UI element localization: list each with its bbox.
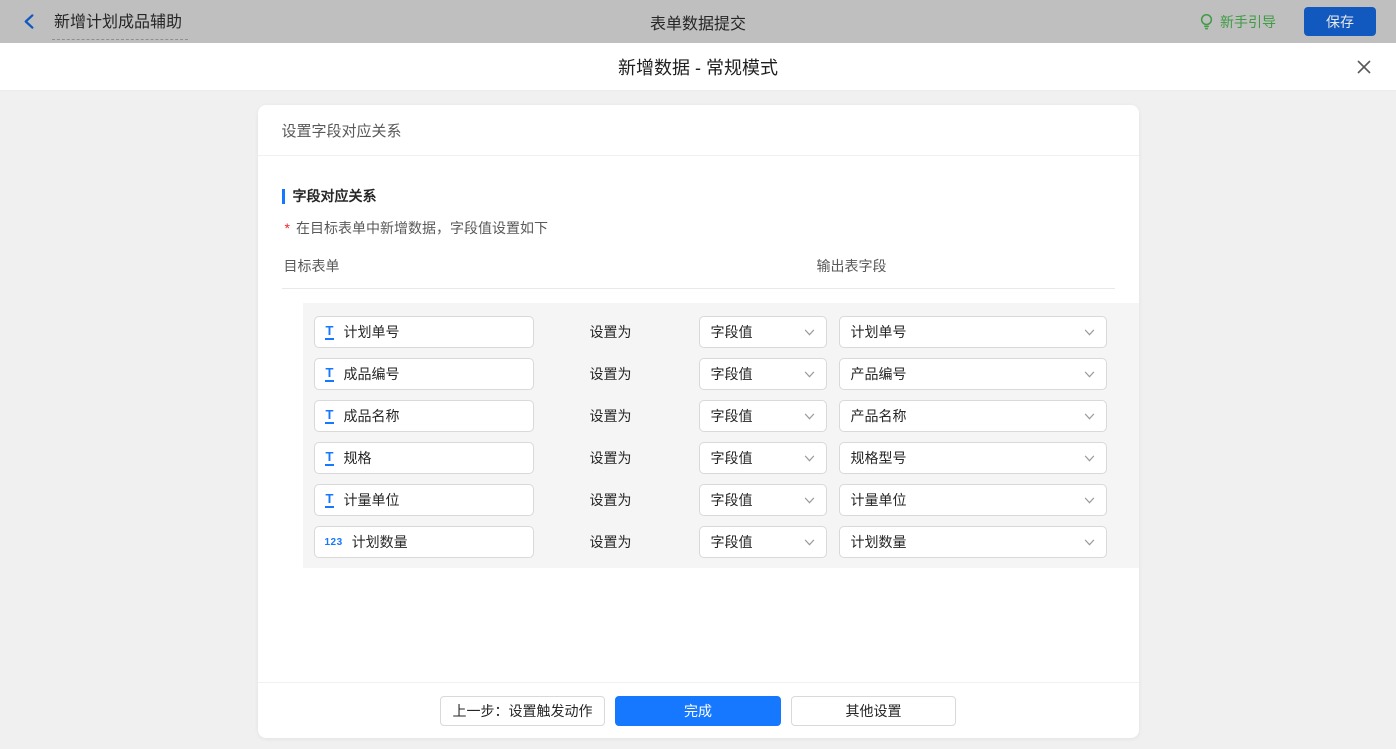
target-field-label: 成品名称 — [343, 406, 399, 426]
value-type-value: 字段值 — [711, 406, 753, 426]
chevron-down-icon — [804, 329, 815, 336]
card-body: 字段对应关系 * 在目标表单中新增数据，字段值设置如下 目标表单 输出表字段 T … — [258, 156, 1139, 682]
set-as-label: 设置为 — [590, 448, 641, 468]
close-icon — [1356, 59, 1372, 75]
source-field-value: 产品名称 — [851, 406, 907, 426]
value-type-select[interactable]: 字段值 — [699, 442, 827, 474]
source-field-select[interactable]: 计量单位 — [839, 484, 1107, 516]
section-marker — [282, 189, 285, 204]
save-button[interactable]: 保存 — [1304, 7, 1376, 36]
source-field-value: 规格型号 — [851, 448, 907, 468]
chevron-down-icon — [804, 455, 815, 462]
card-header: 设置字段对应关系 — [258, 105, 1139, 156]
source-field-select[interactable]: 规格型号 — [839, 442, 1107, 474]
mapping-row: T 成品名称 设置为 字段值 产品名称 — [314, 400, 1139, 432]
chevron-down-icon — [804, 497, 815, 504]
text-field-icon: T — [325, 366, 335, 382]
page-title: 表单数据提交 — [0, 10, 1396, 34]
modal-header: 新增数据 - 常规模式 — [0, 43, 1396, 91]
target-field-input[interactable]: 123 计划数量 — [314, 526, 534, 558]
target-field-input[interactable]: T 计划单号 — [314, 316, 534, 348]
text-field-icon: T — [325, 324, 335, 340]
chevron-down-icon — [1084, 455, 1095, 462]
modal-body: 设置字段对应关系 字段对应关系 * 在目标表单中新增数据，字段值设置如下 目标表单… — [0, 105, 1396, 749]
prev-step-button[interactable]: 上一步：设置触发动作 — [440, 696, 605, 726]
guide-label: 新手引导 — [1220, 12, 1276, 32]
chevron-down-icon — [1084, 539, 1095, 546]
value-type-value: 字段值 — [711, 322, 753, 342]
chevron-down-icon — [804, 413, 815, 420]
text-field-icon: T — [325, 492, 335, 508]
source-field-value: 计划数量 — [851, 532, 907, 552]
value-type-select[interactable]: 字段值 — [699, 484, 827, 516]
hint-text: 在目标表单中新增数据，字段值设置如下 — [296, 220, 548, 236]
mapping-row: T 计量单位 设置为 字段值 计量单位 — [314, 484, 1139, 516]
back-icon[interactable] — [20, 13, 38, 31]
source-field-select[interactable]: 产品编号 — [839, 358, 1107, 390]
settings-card: 设置字段对应关系 字段对应关系 * 在目标表单中新增数据，字段值设置如下 目标表单… — [258, 105, 1139, 738]
value-type-select[interactable]: 字段值 — [699, 400, 827, 432]
mapping-row: T 计划单号 设置为 字段值 计划单号 — [314, 316, 1139, 348]
target-field-label: 计量单位 — [343, 490, 399, 510]
hint-row: * 在目标表单中新增数据，字段值设置如下 — [282, 218, 1115, 238]
target-field-input[interactable]: T 成品编号 — [314, 358, 534, 390]
card-header-title: 设置字段对应关系 — [282, 120, 402, 141]
column-headers: 目标表单 输出表字段 — [282, 256, 1115, 289]
text-field-icon: T — [325, 408, 335, 424]
column-header-output: 输出表字段 — [817, 256, 887, 276]
close-button[interactable] — [1354, 43, 1374, 90]
target-field-label: 计划数量 — [352, 532, 408, 552]
value-type-value: 字段值 — [711, 490, 753, 510]
target-field-input[interactable]: T 成品名称 — [314, 400, 534, 432]
set-as-label: 设置为 — [590, 532, 641, 552]
set-as-label: 设置为 — [590, 322, 641, 342]
chevron-down-icon — [1084, 371, 1095, 378]
text-field-icon: T — [325, 450, 335, 466]
chevron-down-icon — [1084, 413, 1095, 420]
source-field-select[interactable]: 计划单号 — [839, 316, 1107, 348]
source-field-value: 计划单号 — [851, 322, 907, 342]
value-type-value: 字段值 — [711, 532, 753, 552]
lightbulb-icon — [1199, 13, 1214, 30]
value-type-value: 字段值 — [711, 364, 753, 384]
chevron-down-icon — [1084, 329, 1095, 336]
flow-title[interactable]: 新增计划成品辅助 — [52, 4, 188, 40]
mapping-row: 123 计划数量 设置为 字段值 计划数量 — [314, 526, 1139, 558]
source-field-select[interactable]: 计划数量 — [839, 526, 1107, 558]
target-field-input[interactable]: T 计量单位 — [314, 484, 534, 516]
source-field-select[interactable]: 产品名称 — [839, 400, 1107, 432]
number-field-icon: 123 — [325, 537, 343, 548]
target-field-label: 计划单号 — [343, 322, 399, 342]
topbar: 新增计划成品辅助 表单数据提交 新手引导 保存 — [0, 0, 1396, 43]
modal-title: 新增数据 - 常规模式 — [618, 54, 778, 80]
section-title: 字段对应关系 — [293, 186, 377, 206]
value-type-select[interactable]: 字段值 — [699, 316, 827, 348]
chevron-down-icon — [804, 371, 815, 378]
source-field-value: 产品编号 — [851, 364, 907, 384]
chevron-down-icon — [804, 539, 815, 546]
set-as-label: 设置为 — [590, 490, 641, 510]
target-field-label: 规格 — [343, 448, 371, 468]
done-button[interactable]: 完成 — [615, 696, 781, 726]
target-field-label: 成品编号 — [343, 364, 399, 384]
other-settings-button[interactable]: 其他设置 — [791, 696, 956, 726]
source-field-value: 计量单位 — [851, 490, 907, 510]
value-type-select[interactable]: 字段值 — [699, 358, 827, 390]
guide-link[interactable]: 新手引导 — [1199, 12, 1276, 32]
mapping-row: T 规格 设置为 字段值 规格型号 — [314, 442, 1139, 474]
mapping-table: T 计划单号 设置为 字段值 计划单号 T — [303, 303, 1139, 568]
set-as-label: 设置为 — [590, 406, 641, 426]
required-asterisk: * — [285, 220, 290, 236]
card-footer: 上一步：设置触发动作 完成 其他设置 — [258, 682, 1139, 738]
value-type-select[interactable]: 字段值 — [699, 526, 827, 558]
target-field-input[interactable]: T 规格 — [314, 442, 534, 474]
column-header-target: 目标表单 — [284, 258, 340, 274]
value-type-value: 字段值 — [711, 448, 753, 468]
set-as-label: 设置为 — [590, 364, 641, 384]
chevron-down-icon — [1084, 497, 1095, 504]
mapping-row: T 成品编号 设置为 字段值 产品编号 — [314, 358, 1139, 390]
